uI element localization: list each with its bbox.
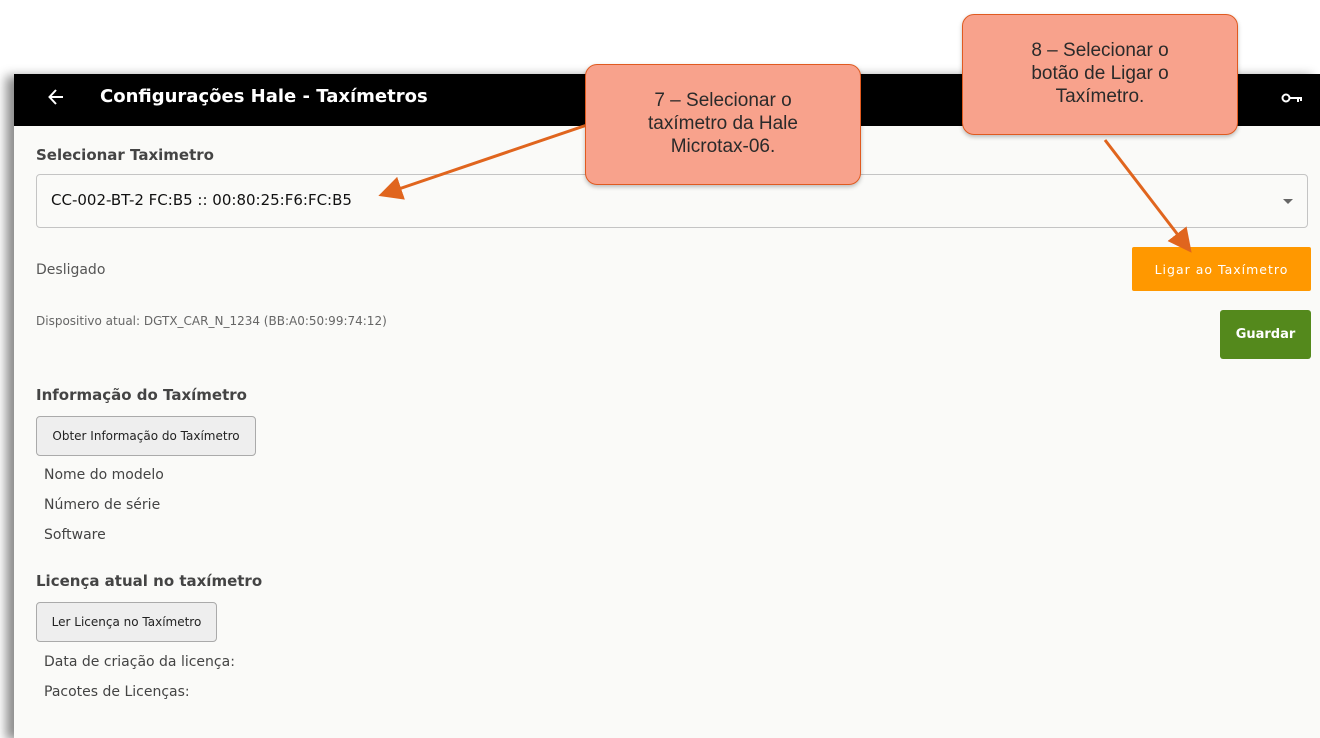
connect-taximeter-button[interactable]: Ligar ao Taxímetro	[1132, 247, 1311, 291]
callout-step7-line1: 7 – Selecionar o	[654, 90, 792, 111]
serial-number-field: Número de série	[44, 497, 161, 513]
license-creation-date-field: Data de criação da licença:	[44, 654, 235, 670]
callout-step7-line2: taxímetro da Hale	[648, 113, 798, 134]
callout-step8-line3: Taxímetro.	[1055, 86, 1145, 107]
current-device: Dispositivo atual: DGTX_CAR_N_1234 (BB:A…	[36, 314, 387, 328]
chevron-down-icon	[1283, 199, 1293, 204]
callout-step8: 8 – Selecionar o botão de Ligar o Taxíme…	[962, 14, 1238, 135]
callout-step7-line3: Microtax-06.	[670, 136, 776, 157]
back-arrow-icon[interactable]	[48, 88, 64, 106]
license-heading: Licença atual no taxímetro	[36, 572, 263, 590]
get-taximeter-info-button[interactable]: Obter Informação do Taxímetro	[36, 416, 256, 456]
software-field: Software	[44, 527, 106, 543]
read-license-button[interactable]: Ler Licença no Taxímetro	[36, 602, 217, 642]
callout-step8-line1: 8 – Selecionar o	[1031, 40, 1169, 61]
save-button[interactable]: Guardar	[1220, 310, 1311, 359]
selector-label: Selecionar Taximetro	[36, 146, 214, 164]
page-title: Configurações Hale - Taxímetros	[100, 86, 428, 107]
taximeter-info-heading: Informação do Taxímetro	[36, 386, 247, 404]
callout-step8-line2: botão de Ligar o	[1031, 63, 1169, 84]
selected-taximeter: CC-002-BT-2 FC:B5 :: 00:80:25:F6:FC:B5	[51, 191, 352, 209]
connection-status: Desligado	[36, 262, 106, 278]
key-icon[interactable]	[1281, 92, 1303, 104]
model-name-field: Nome do modelo	[44, 467, 164, 483]
callout-step7: 7 – Selecionar o taxímetro da Hale Micro…	[585, 64, 861, 185]
license-packages-field: Pacotes de Licenças:	[44, 684, 190, 700]
